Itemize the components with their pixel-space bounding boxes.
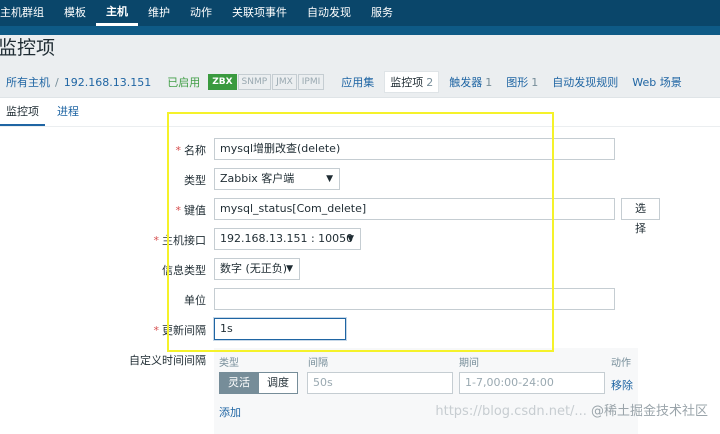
type-select[interactable]: Zabbix 客户端 ▼ (214, 168, 340, 190)
nav-host-groups[interactable]: 主机群组 (0, 0, 54, 26)
badge-snmp: SNMP (237, 74, 272, 90)
name-label: * 名称 (170, 142, 207, 158)
required-marker: * (175, 204, 182, 217)
nav-services[interactable]: 服务 (361, 0, 403, 26)
sub-navigation-bar (0, 26, 720, 35)
interface-label: * 主机接口 (150, 232, 207, 248)
remove-interval-link[interactable]: 移除 (611, 377, 633, 393)
select-key-button[interactable]: 选择 (621, 198, 660, 235)
units-input[interactable] (214, 288, 615, 310)
nav-templates[interactable]: 模板 (54, 0, 96, 26)
tab-graphs-label: 图形 (506, 76, 529, 89)
watermark-brand: @稀土掘金技术社区 (590, 404, 708, 419)
info-type-select[interactable]: 数字 (无正负) ▼ (214, 258, 300, 280)
tab-triggers-label: 触发器 (449, 76, 483, 89)
interval-label: * 更新间隔 (150, 322, 207, 338)
nav-maintenance[interactable]: 维护 (138, 0, 180, 26)
badge-zbx: ZBX (208, 74, 237, 90)
form-tab-item[interactable]: 监控项 (0, 98, 45, 126)
tab-applications[interactable]: 应用集 (341, 74, 374, 90)
interval-label-text: 更新间隔 (162, 324, 206, 337)
tab-graphs-count: 1 (531, 76, 539, 89)
chevron-down-icon: ▼ (347, 234, 354, 244)
form-tab-preprocessing[interactable]: 进程 (51, 98, 85, 126)
ci-header-interval: 间隔 (308, 358, 328, 369)
watermark: https://blog.csdn.net/... @稀土掘金技术社区 (435, 400, 708, 419)
nav-hosts[interactable]: 主机 (96, 0, 138, 26)
breadcrumb-host[interactable]: 192.168.13.151 (64, 76, 151, 89)
breadcrumb-all-hosts[interactable]: 所有主机 (6, 74, 50, 90)
host-status-enabled[interactable]: 已启用 (167, 74, 200, 90)
nav-actions[interactable]: 动作 (180, 0, 222, 26)
required-marker: * (153, 234, 160, 247)
badge-ipmi: IPMI (297, 74, 325, 90)
custom-interval-placeholder: 50s (313, 376, 333, 389)
tab-graphs[interactable]: 图形 1 (506, 74, 538, 90)
tab-web-scenarios[interactable]: Web 场景 (632, 74, 681, 90)
interface-select-value: 192.168.13.151 : 10050 (220, 232, 354, 245)
nav-discovery[interactable]: 自动发现 (297, 0, 361, 26)
key-label: * 键值 (170, 202, 207, 218)
tab-items-count: 2 (426, 76, 434, 89)
interface-label-text: 主机接口 (162, 234, 206, 247)
tab-discovery-rules-label: 自动发现规则 (552, 76, 619, 89)
type-scheduling-button[interactable]: 调度 (259, 372, 298, 394)
tab-triggers-count: 1 (485, 76, 493, 89)
interface-select[interactable]: 192.168.13.151 : 10050 ▼ (214, 228, 361, 250)
custom-period-placeholder: 1-7,00:00-24:00 (465, 376, 554, 389)
breadcrumb: 所有主机 / 192.168.13.151 已启用 ZBX SNMP JMX I… (0, 71, 682, 93)
add-interval-link[interactable]: 添加 (219, 404, 241, 420)
ci-header-action: 动作 (611, 358, 631, 369)
chevron-down-icon: ▼ (326, 174, 333, 184)
tab-discovery-rules[interactable]: 自动发现规则 (552, 74, 618, 90)
badge-jmx: JMX (272, 74, 297, 90)
watermark-url: https://blog.csdn.net/... (435, 404, 587, 419)
info-type-label: 信息类型 (162, 264, 206, 277)
name-input[interactable]: mysql增删改查(delete) (214, 138, 615, 160)
update-interval-input[interactable]: 1s (214, 318, 346, 340)
form-tabs: 监控项 进程 (0, 98, 85, 126)
tab-web-scenarios-label: Web 场景 (632, 76, 682, 89)
tab-items[interactable]: 监控项 2 (384, 71, 440, 93)
type-flexible-button[interactable]: 灵活 (219, 372, 259, 394)
ci-header-type: 类型 (219, 358, 239, 369)
key-label-text: 键值 (184, 204, 206, 217)
page-title: 监控项 (0, 37, 56, 59)
required-marker: * (153, 324, 160, 337)
key-input[interactable]: mysql_status[Com_delete] (214, 198, 615, 220)
breadcrumb-separator: / (55, 75, 59, 89)
type-label: 类型 (184, 174, 206, 187)
nav-event-correlation[interactable]: 关联项事件 (222, 0, 297, 26)
required-marker: * (175, 144, 182, 157)
interval-type-toggle: 灵活 调度 (219, 372, 298, 394)
info-type-select-value: 数字 (无正负) (220, 262, 288, 275)
tab-applications-label: 应用集 (341, 76, 375, 89)
type-select-value: Zabbix 客户端 (220, 172, 295, 185)
custom-intervals-label: 自定义时间间隔 (129, 354, 206, 367)
form-tabs-divider (0, 126, 720, 127)
top-navigation: 主机群组 模板 主机 维护 动作 关联项事件 自动发现 服务 (0, 0, 720, 26)
units-label: 单位 (184, 294, 206, 307)
name-label-text: 名称 (184, 144, 206, 157)
ci-header-period: 期间 (459, 358, 479, 369)
custom-period-input[interactable]: 1-7,00:00-24:00 (459, 372, 605, 394)
tab-triggers[interactable]: 触发器 1 (449, 74, 492, 90)
tab-items-label: 监控项 (390, 76, 424, 89)
chevron-down-icon: ▼ (286, 264, 293, 274)
custom-interval-input[interactable]: 50s (307, 372, 453, 394)
